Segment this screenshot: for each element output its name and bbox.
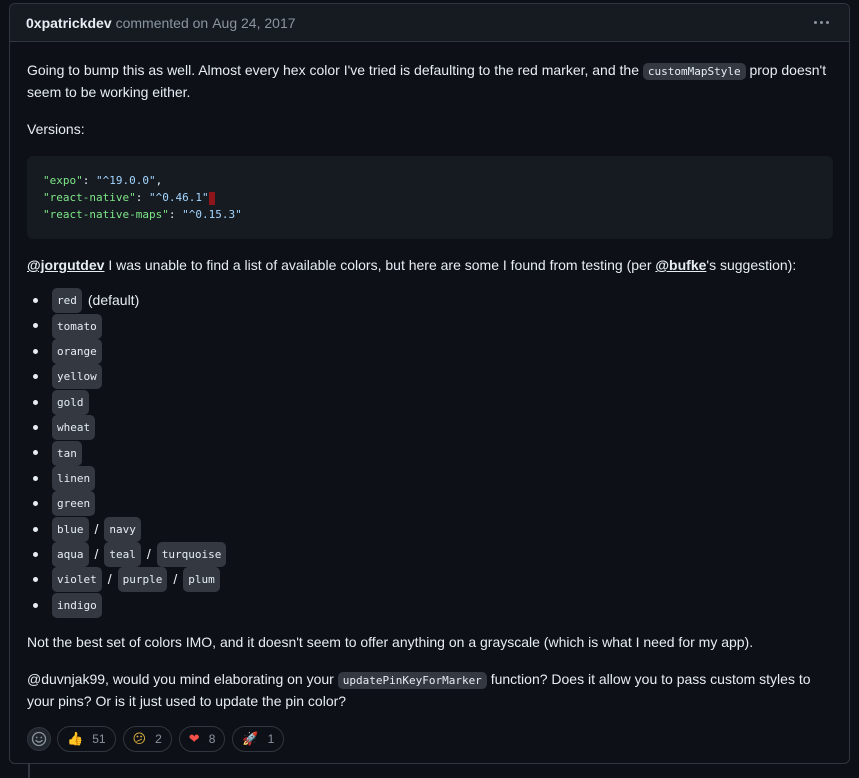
- separator: /: [107, 571, 112, 588]
- reaction-count: 51: [92, 731, 106, 746]
- default-note: (default): [87, 292, 140, 309]
- inline-code-custommapstyle: customMapStyle: [642, 63, 746, 80]
- color-code-violet: violet: [52, 567, 102, 593]
- color-code-purple: purple: [117, 567, 168, 593]
- list-item: blue / navy: [27, 516, 833, 542]
- color-code-blue: blue: [52, 516, 89, 542]
- list-item: gold: [27, 389, 833, 415]
- code-block: "expo": "^19.0.0", "react-native": "^0.46…: [27, 156, 833, 239]
- list-item: orange: [27, 338, 833, 364]
- reaction-button[interactable]: 👍 51: [57, 726, 116, 753]
- separator: /: [94, 546, 99, 563]
- color-code-linen: linen: [52, 465, 96, 491]
- color-code-plum: plum: [183, 567, 220, 593]
- color-code-tan: tan: [52, 440, 82, 466]
- list-item: indigo: [27, 592, 833, 618]
- text-cursor: [208, 191, 215, 205]
- list-item: wheat: [27, 415, 833, 441]
- list-item: aqua / teal / turquoise: [27, 542, 833, 568]
- list-item: linen: [27, 465, 833, 491]
- reaction-button[interactable]: ❤ 8: [178, 726, 226, 753]
- code-line: "react-native": "^0.46.1": [43, 189, 817, 206]
- color-code-aqua: aqua: [52, 542, 89, 568]
- list-item: tan: [27, 440, 833, 466]
- paragraph-question: @duvnjak99, would you mind elaborating o…: [27, 671, 811, 710]
- kebab-menu-icon[interactable]: [809, 13, 833, 33]
- color-code-orange: orange: [52, 338, 102, 364]
- comment-action: commented on: [115, 14, 209, 31]
- inline-code-updatepinkeyformarker: updatePinKeyForMarker: [337, 672, 487, 690]
- mention-bufke[interactable]: @bufke: [655, 257, 706, 273]
- list-item: tomato: [27, 313, 833, 339]
- add-reaction-smiley-icon[interactable]: [27, 727, 51, 752]
- mention-jorgutdev[interactable]: @jorgutdev: [27, 257, 104, 273]
- comment-body: Going to bump this as well. Almost every…: [10, 42, 849, 753]
- color-list: red (default) tomato orange yellow gold wheat t…: [27, 288, 833, 618]
- reaction-button[interactable]: 😕 2: [122, 726, 172, 753]
- reaction-count: 8: [208, 731, 216, 746]
- heart-icon: ❤: [188, 731, 200, 747]
- paragraph-colors-intro: @jorgutdev I was unable to find a list o…: [27, 257, 797, 273]
- code-line: "react-native-maps": "^0.15.3": [43, 208, 242, 221]
- separator: /: [94, 520, 99, 537]
- code-line: "expo": "^19.0.0",: [43, 174, 163, 187]
- list-item: green: [27, 491, 833, 517]
- color-code-navy: navy: [104, 516, 141, 542]
- comment-header: 0xpatrickdev commented on Aug 24, 2017: [10, 4, 849, 42]
- versions-label: Versions:: [27, 121, 85, 137]
- list-item: violet / purple / plum: [27, 567, 833, 593]
- color-code-tomato: tomato: [52, 313, 102, 339]
- color-code-red: red: [52, 288, 82, 314]
- list-item: yellow: [27, 364, 833, 390]
- color-code-indigo: indigo: [52, 592, 102, 618]
- author-link[interactable]: 0xpatrickdev: [26, 15, 112, 31]
- comment-box: 0xpatrickdev commented on Aug 24, 2017 G…: [9, 3, 850, 764]
- paragraph-intro: Going to bump this as well. Almost every…: [27, 62, 827, 100]
- list-item: red (default): [27, 288, 833, 314]
- color-code-turquoise: turquoise: [156, 542, 227, 568]
- reaction-count: 1: [267, 731, 275, 746]
- color-code-green: green: [52, 491, 96, 517]
- color-code-wheat: wheat: [52, 415, 96, 441]
- separator: /: [173, 571, 178, 588]
- rocket-icon: 🚀: [242, 731, 259, 747]
- color-code-gold: gold: [52, 389, 89, 415]
- paragraph-grayscale: Not the best set of colors IMO, and it d…: [27, 634, 754, 651]
- reactions-bar: 👍 51 😕 2 ❤ 8 🚀 1: [27, 726, 833, 753]
- thumbs-up-icon: 👍: [67, 731, 84, 747]
- separator: /: [146, 546, 151, 563]
- color-code-yellow: yellow: [52, 364, 102, 390]
- reaction-count: 2: [155, 731, 162, 746]
- color-code-teal: teal: [104, 542, 141, 568]
- reaction-button[interactable]: 🚀 1: [232, 726, 285, 753]
- confused-icon: 😕: [132, 731, 147, 747]
- comment-date-link[interactable]: Aug 24, 2017: [212, 15, 295, 31]
